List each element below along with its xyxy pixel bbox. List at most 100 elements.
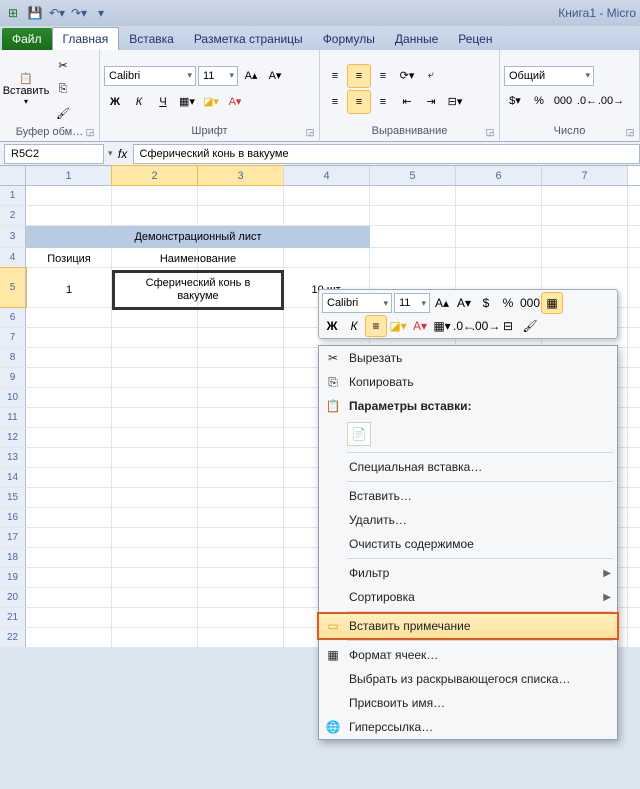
decrease-indent-button[interactable]: ⇤ bbox=[396, 91, 418, 113]
cell[interactable] bbox=[198, 368, 284, 387]
align-center-button[interactable]: ≡ bbox=[348, 91, 370, 113]
fill-color-button[interactable]: ◪▾ bbox=[200, 91, 222, 113]
cell[interactable] bbox=[26, 568, 112, 587]
paste-button[interactable]: 📋 Вставить ▾ bbox=[4, 58, 48, 120]
cell[interactable] bbox=[112, 568, 198, 587]
cell[interactable] bbox=[26, 628, 112, 647]
cell[interactable] bbox=[26, 428, 112, 447]
menu-pick-from-list[interactable]: Выбрать из раскрывающегося списка… bbox=[319, 667, 617, 691]
col-header[interactable]: 6 bbox=[456, 166, 542, 185]
cell[interactable] bbox=[198, 468, 284, 487]
cut-button[interactable]: ✂ bbox=[52, 54, 74, 76]
mini-bold[interactable]: Ж bbox=[322, 316, 342, 336]
col-header[interactable]: 2 bbox=[112, 166, 198, 185]
cell[interactable] bbox=[26, 368, 112, 387]
row-header[interactable]: 22 bbox=[0, 628, 26, 647]
cell[interactable] bbox=[370, 248, 456, 267]
header-cell[interactable]: Наименование bbox=[112, 248, 284, 270]
cell[interactable] bbox=[26, 608, 112, 627]
col-header[interactable]: 3 bbox=[198, 166, 284, 185]
header-cell[interactable] bbox=[284, 248, 370, 270]
cell[interactable] bbox=[198, 528, 284, 547]
undo-button[interactable]: ↶▾ bbox=[48, 4, 66, 22]
number-format-combo[interactable]: Общий bbox=[504, 66, 594, 86]
cell[interactable] bbox=[198, 448, 284, 467]
mini-format-button[interactable]: ▦ bbox=[542, 293, 562, 313]
border-button[interactable]: ▦▾ bbox=[176, 91, 198, 113]
mini-border[interactable]: ▦▾ bbox=[432, 316, 452, 336]
mini-merge[interactable]: ⊟ bbox=[498, 316, 518, 336]
cell[interactable] bbox=[112, 608, 198, 627]
cell[interactable] bbox=[542, 206, 628, 225]
menu-delete[interactable]: Удалить… bbox=[319, 508, 617, 532]
accounting-button[interactable]: $▾ bbox=[504, 90, 526, 112]
mini-grow-font[interactable]: A▴ bbox=[432, 293, 452, 313]
cell[interactable] bbox=[112, 448, 198, 467]
font-color-button[interactable]: A▾ bbox=[224, 91, 246, 113]
italic-button[interactable]: К bbox=[128, 91, 150, 113]
cell[interactable] bbox=[26, 548, 112, 567]
mini-font-color[interactable]: A▾ bbox=[410, 316, 430, 336]
increase-indent-button[interactable]: ⇥ bbox=[420, 91, 442, 113]
header-cell[interactable]: Позиция bbox=[26, 248, 112, 270]
row-header[interactable]: 3 bbox=[0, 226, 26, 247]
copy-button[interactable]: ⎘ bbox=[52, 78, 74, 100]
cell[interactable] bbox=[26, 408, 112, 427]
font-launcher-icon[interactable]: ◲ bbox=[303, 125, 317, 139]
align-top-button[interactable]: ≡ bbox=[324, 65, 346, 87]
cell[interactable] bbox=[112, 428, 198, 447]
row-header[interactable]: 14 bbox=[0, 468, 26, 487]
menu-define-name[interactable]: Присвоить имя… bbox=[319, 691, 617, 715]
row-header[interactable]: 19 bbox=[0, 568, 26, 587]
align-middle-button[interactable]: ≡ bbox=[348, 65, 370, 87]
clipboard-launcher-icon[interactable]: ◲ bbox=[83, 125, 97, 139]
cell[interactable] bbox=[284, 206, 370, 225]
fx-icon[interactable]: fx bbox=[113, 144, 133, 164]
font-size-combo[interactable]: 11 bbox=[198, 66, 238, 86]
decrease-decimal-button[interactable]: .00→ bbox=[600, 90, 622, 112]
cell[interactable] bbox=[112, 186, 198, 205]
cell[interactable] bbox=[198, 568, 284, 587]
align-launcher-icon[interactable]: ◲ bbox=[483, 125, 497, 139]
row-header[interactable]: 21 bbox=[0, 608, 26, 627]
cell[interactable] bbox=[112, 488, 198, 507]
cell[interactable] bbox=[112, 328, 198, 347]
col-header[interactable]: 5 bbox=[370, 166, 456, 185]
cell[interactable] bbox=[112, 508, 198, 527]
shrink-font-button[interactable]: A▾ bbox=[264, 65, 286, 87]
comma-button[interactable]: 000 bbox=[552, 90, 574, 112]
col-header[interactable]: 1 bbox=[26, 166, 112, 185]
row-header[interactable]: 9 bbox=[0, 368, 26, 387]
cell[interactable] bbox=[26, 488, 112, 507]
row-header[interactable]: 15 bbox=[0, 488, 26, 507]
cell[interactable] bbox=[26, 308, 112, 327]
orientation-button[interactable]: ⟳▾ bbox=[396, 65, 418, 87]
merge-button[interactable]: ⊟▾ bbox=[444, 91, 466, 113]
tab-home[interactable]: Главная bbox=[52, 27, 120, 50]
row-header[interactable]: 13 bbox=[0, 448, 26, 467]
align-bottom-button[interactable]: ≡ bbox=[372, 65, 394, 87]
cell[interactable] bbox=[26, 508, 112, 527]
cell[interactable] bbox=[370, 206, 456, 225]
cell[interactable] bbox=[542, 226, 628, 247]
mini-font-combo[interactable]: Calibri bbox=[322, 293, 392, 313]
tab-file[interactable]: Файл bbox=[2, 28, 52, 50]
mini-fill-color[interactable]: ◪▾ bbox=[388, 316, 408, 336]
cell[interactable] bbox=[26, 348, 112, 367]
menu-copy[interactable]: ⎘Копировать bbox=[319, 370, 617, 394]
wrap-text-button[interactable]: ⤶ bbox=[420, 65, 442, 87]
selected-cell[interactable]: Сферический конь в вакууме bbox=[112, 270, 284, 310]
row-header[interactable]: 11 bbox=[0, 408, 26, 427]
cell[interactable] bbox=[198, 548, 284, 567]
row-header[interactable]: 4 bbox=[0, 248, 26, 267]
mini-accounting[interactable]: $ bbox=[476, 293, 496, 313]
menu-insert[interactable]: Вставить… bbox=[319, 484, 617, 508]
mini-format-painter[interactable]: 🖌 bbox=[520, 316, 540, 336]
qat-customize[interactable]: ▾ bbox=[92, 4, 110, 22]
cell[interactable] bbox=[456, 206, 542, 225]
cell[interactable] bbox=[112, 206, 198, 225]
cell[interactable] bbox=[198, 388, 284, 407]
row-header[interactable]: 2 bbox=[0, 206, 26, 225]
mini-shrink-font[interactable]: A▾ bbox=[454, 293, 474, 313]
mini-size-combo[interactable]: 11 bbox=[394, 293, 430, 313]
